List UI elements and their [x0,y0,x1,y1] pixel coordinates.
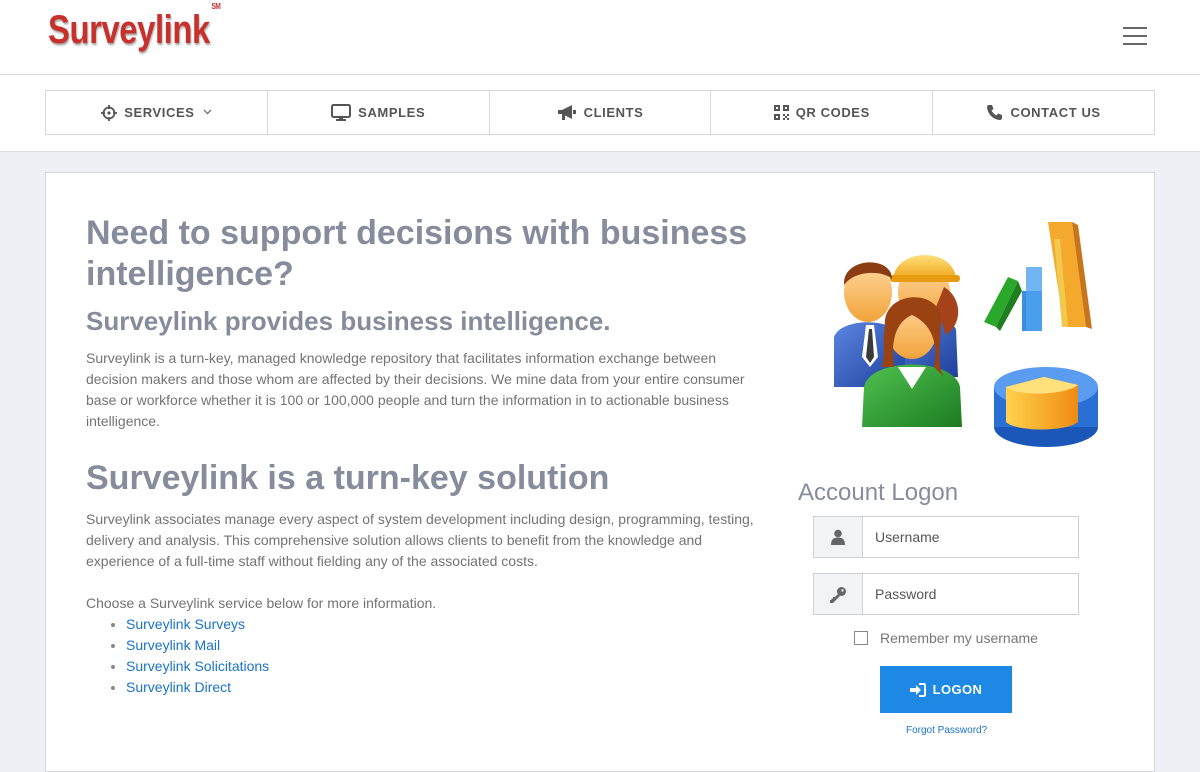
crosshair-icon [101,104,118,121]
sign-in-icon [909,682,926,697]
nav-samples-label: SAMPLES [358,105,426,120]
list-item: Surveylink Direct [126,677,269,698]
service-link-solicitations[interactable]: Surveylink Solicitations [126,658,269,674]
service-link-surveys[interactable]: Surveylink Surveys [126,616,245,632]
section-title: Surveylink is a turn-key solution [86,459,610,497]
remember-username-label: Remember my username [880,630,1038,646]
forgot-password-link[interactable]: Forgot Password? [906,725,987,736]
list-item: Surveylink Surveys [126,614,269,635]
nav-clients[interactable]: CLIENTS [490,91,712,134]
logon-button-label: LOGON [932,682,983,697]
bar-chart-illustration [984,222,1092,331]
choose-service-text: Choose a Surveylink service below for mo… [86,595,437,611]
qrcode-icon [773,105,789,120]
user-icon [814,517,863,557]
list-item: Surveylink Mail [126,635,269,656]
nav-qr-codes[interactable]: QR CODES [711,91,934,134]
nav-clients-label: CLIENTS [583,105,644,120]
hamburger-icon[interactable] [1123,27,1147,47]
logo-text: Surveylink [48,8,210,52]
nav-services-label: SERVICES [124,105,195,120]
service-link-direct[interactable]: Surveylink Direct [126,679,231,695]
main-nav: SERVICES SAMPLES CLIENTS QR CODES CONTAC… [45,90,1155,135]
nav-bar: SERVICES SAMPLES CLIENTS QR CODES CONTAC… [0,75,1200,152]
chevron-down-icon [203,107,212,118]
username-field-group [813,516,1079,558]
content-card: Need to support decisions with business … [45,172,1155,772]
remember-username-checkbox[interactable] [854,631,868,645]
key-icon [814,574,863,614]
remember-username-row: Remember my username [854,630,1038,646]
logo-mark: SM [211,1,221,11]
nav-contact-us[interactable]: CONTACT US [933,91,1154,134]
service-link-mail[interactable]: Surveylink Mail [126,637,220,653]
nav-qr-codes-label: QR CODES [795,105,870,120]
page-title: Need to support decisions with business … [86,214,748,293]
list-item: Surveylink Solicitations [126,656,269,677]
top-bar: SurveylinkSM [0,0,1200,75]
password-field-group [813,573,1079,615]
business-people-illustration [834,222,1098,447]
service-list: Surveylink Surveys Surveylink Mail Surve… [86,614,269,698]
solution-paragraph: Surveylink associates manage every aspec… [86,511,754,569]
nav-samples[interactable]: SAMPLES [268,91,490,134]
logon-button[interactable]: LOGON [880,666,1012,713]
nav-services[interactable]: SERVICES [46,91,268,134]
megaphone-icon [557,104,577,121]
phone-icon [986,104,1003,121]
logo[interactable]: SurveylinkSM [48,2,221,53]
password-input[interactable] [863,574,1078,614]
username-input[interactable] [863,517,1078,557]
intro-paragraph: Surveylink is a turn-key, managed knowle… [86,350,745,429]
nav-contact-us-label: CONTACT US [1010,105,1101,120]
page-subtitle: Surveylink provides business intelligenc… [86,306,611,336]
login-title: Account Logon [798,479,959,506]
pie-chart-illustration [994,367,1098,447]
monitor-icon [331,104,352,121]
